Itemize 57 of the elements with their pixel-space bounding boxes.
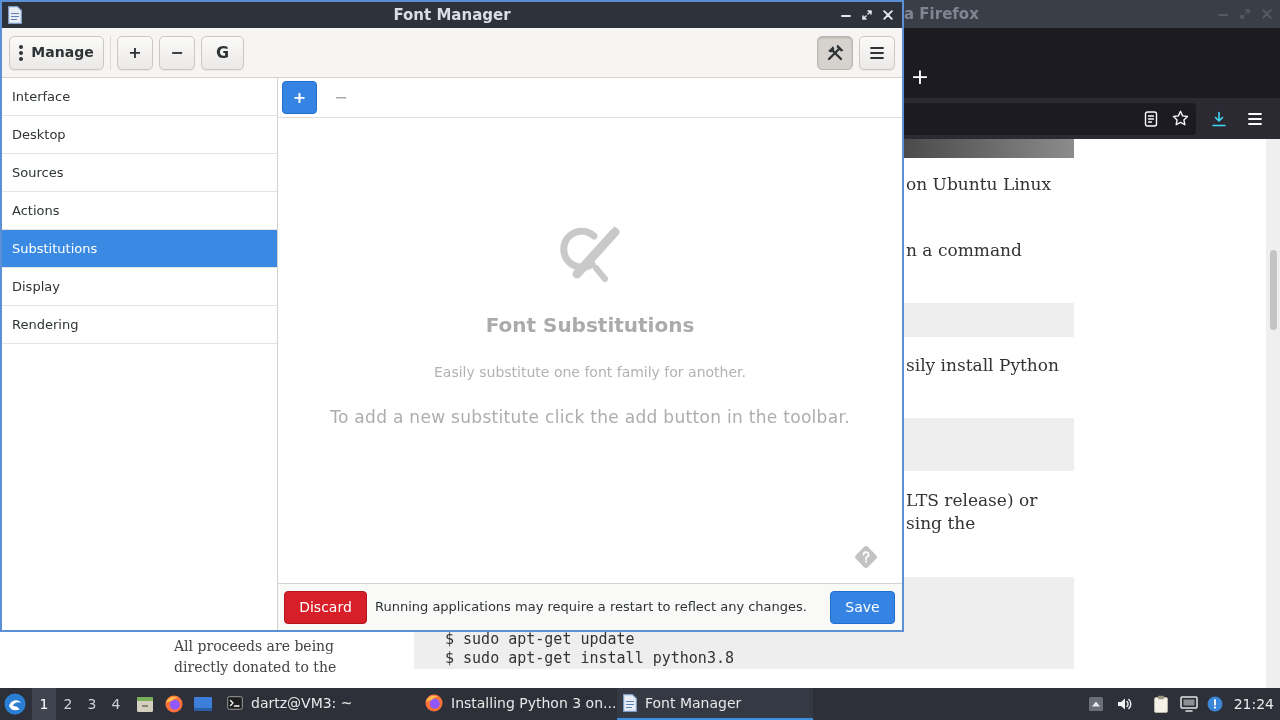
document-icon	[8, 6, 22, 24]
sidebar-item[interactable]: Substitutions	[2, 230, 277, 268]
menu-button[interactable]	[859, 35, 895, 70]
workspace-button[interactable]: 3	[80, 688, 104, 720]
monitor-icon[interactable]	[1179, 696, 1198, 712]
close-icon[interactable]	[883, 10, 893, 20]
browser-logo-icon[interactable]	[165, 695, 183, 713]
star-icon[interactable]	[1172, 110, 1189, 127]
start-menu-icon[interactable]	[4, 693, 26, 715]
add-button[interactable]: +	[117, 35, 153, 70]
clock-text: 21:24	[1233, 694, 1274, 714]
task-button[interactable]: dartz@VM3: ~	[221, 688, 417, 720]
paragraph-text: LTS release) or sing the	[906, 489, 1038, 535]
workspace-button[interactable]: 4	[104, 688, 128, 720]
task-button[interactable]: Installing Python 3 on...	[419, 688, 615, 720]
paragraph-text: on Ubuntu Linux	[906, 173, 1052, 196]
empty-state-hint: To add a new substitute click the add button in the toolbar.	[330, 406, 850, 428]
empty-state-title: Font Substitutions	[485, 313, 695, 337]
sidebar-paragraph: All proceeds are being directly donated to the	[174, 637, 338, 677]
task-button[interactable]: Font Manager	[617, 688, 813, 720]
discard-button[interactable]: Discard	[284, 590, 367, 624]
tools-button[interactable]	[817, 35, 853, 70]
download-icon[interactable]	[1211, 110, 1227, 127]
document-icon	[623, 694, 637, 712]
volume-icon[interactable]	[1115, 696, 1132, 712]
vertical-dots-icon	[19, 44, 24, 61]
terminal-icon	[227, 695, 243, 711]
manage-button[interactable]: Manage	[9, 35, 104, 70]
code-text: $ sudo apt-get update $ sudo apt-get install python3.8	[445, 630, 734, 668]
window-title: a Firefox	[903, 3, 979, 25]
restart-message: Running applications may require a restart to reflect any changes.	[375, 598, 807, 617]
clipboard-icon[interactable]	[1152, 695, 1169, 713]
notification-icon[interactable]	[1206, 696, 1223, 712]
remove-button[interactable]: −	[159, 35, 195, 70]
paragraph-text: sily install Python	[906, 354, 1059, 377]
maximize-icon	[1240, 9, 1250, 19]
scrollbar-thumb[interactable]	[1269, 250, 1277, 330]
tray-expand-icon[interactable]	[1087, 696, 1104, 712]
save-button[interactable]: Save	[830, 590, 895, 624]
window-title: Font Manager	[392, 4, 512, 26]
maximize-icon[interactable]	[862, 10, 872, 20]
close-icon	[1262, 9, 1272, 19]
address-field[interactable]	[902, 102, 1196, 135]
crossed-tools-icon	[825, 42, 845, 63]
g-button[interactable]: G	[201, 35, 244, 70]
browser-logo-icon[interactable]	[425, 694, 443, 712]
empty-state-subtitle: Easily substitute one font family for another.	[434, 363, 746, 381]
desktop-icon[interactable]	[193, 694, 213, 714]
menu-icon[interactable]	[1248, 112, 1262, 125]
reader-view-icon[interactable]	[1143, 110, 1159, 127]
file-drawer-icon[interactable]	[135, 694, 155, 714]
workspace-button[interactable]: 2	[56, 688, 80, 720]
menu-icon	[870, 46, 884, 59]
workspace-button[interactable]: 1	[32, 688, 56, 720]
paragraph-text: n a command	[906, 239, 1022, 262]
new-tab-button[interactable]: +	[909, 65, 931, 89]
add-button[interactable]: +	[282, 81, 317, 114]
